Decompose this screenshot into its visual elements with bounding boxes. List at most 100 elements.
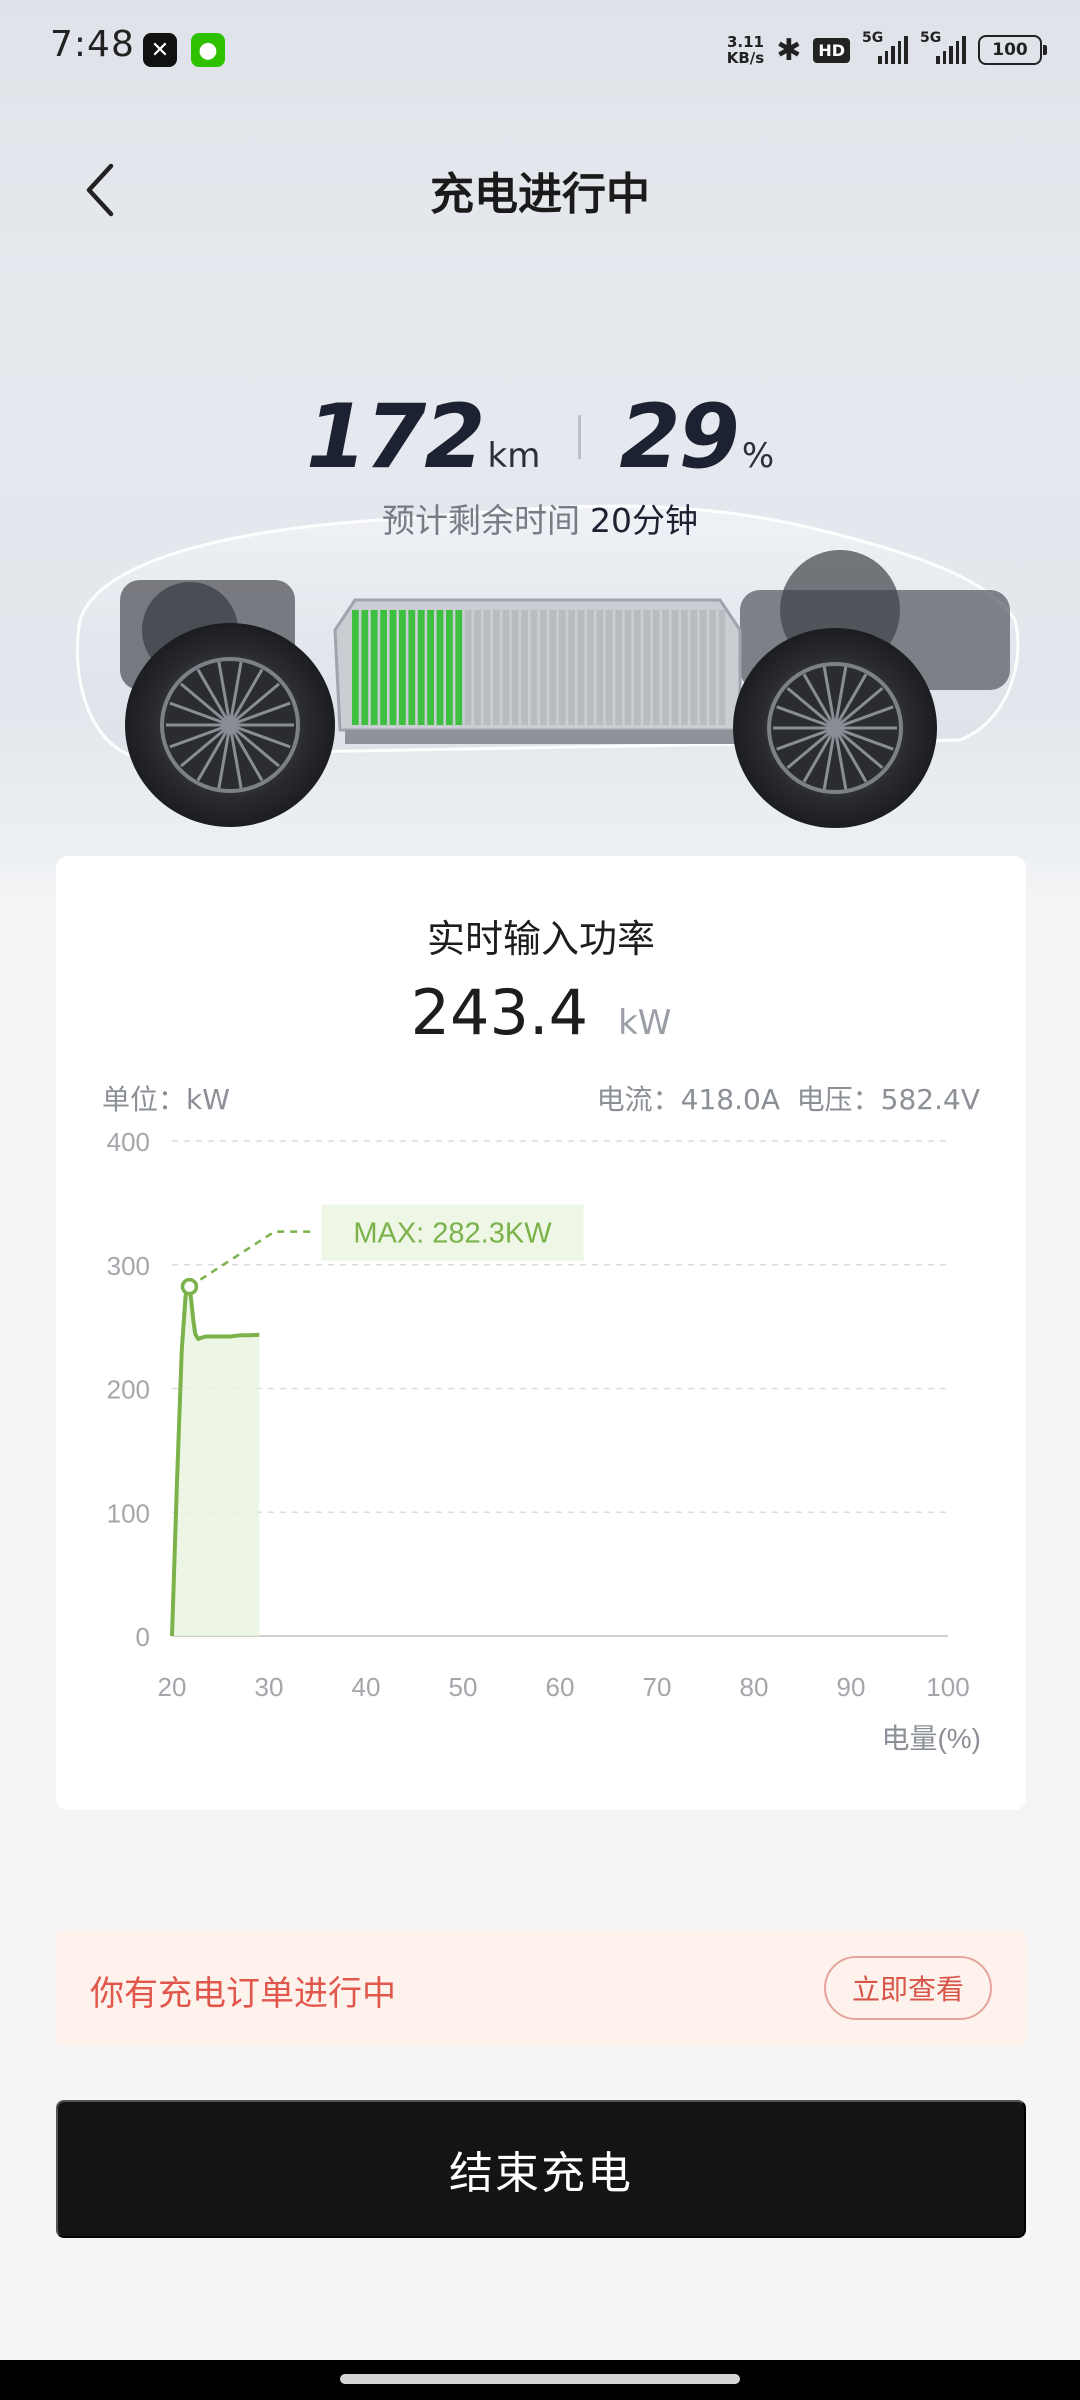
front-wheel — [125, 623, 335, 827]
x-tick-label: 20 — [158, 1672, 187, 1702]
battery-cell — [474, 610, 481, 725]
net-speed-unit: KB/s — [726, 49, 765, 67]
y-tick-label: 200 — [107, 1375, 150, 1405]
stats-divider — [578, 414, 582, 459]
battery-cell — [455, 610, 463, 725]
battery-cell — [380, 610, 387, 725]
x-tick-label: 90 — [837, 1672, 866, 1702]
battery-cell — [699, 610, 707, 725]
x-tick-label: 50 — [449, 1672, 478, 1702]
battery-cell — [577, 610, 585, 725]
signal-2-icon: 5G — [920, 30, 966, 64]
battery-cell — [493, 610, 500, 725]
soc-value: 29 — [619, 385, 739, 488]
battery-cell — [596, 610, 604, 725]
battery-cell — [540, 610, 547, 725]
status-bar: 7:48 ✕ ● 3.11 KB/s ✱ HD 5G 5G 100 — [0, 0, 1080, 96]
power-readout: 243.4 kW — [56, 976, 1026, 1049]
battery-cell — [511, 610, 519, 725]
battery-cell — [370, 610, 378, 725]
x-tick-label: 30 — [255, 1672, 284, 1702]
hd-badge: HD — [813, 37, 850, 63]
power-area — [172, 1286, 260, 1636]
bluetooth-icon: ✱ — [776, 32, 802, 68]
chart-unit-label: 单位：kW — [102, 1083, 230, 1116]
range-value: 172 — [305, 385, 486, 488]
battery-cell — [483, 610, 491, 725]
net-speed-value: 3.11 — [726, 33, 764, 51]
net-speed: 3.11 KB/s — [727, 34, 764, 66]
x-axis-label: 电量(%) — [881, 1723, 981, 1754]
eta-label: 预计剩余时间 — [382, 501, 580, 540]
battery-cell — [671, 610, 679, 725]
order-banner: 你有充电订单进行中 立即查看 — [56, 1930, 1026, 2046]
battery-pack — [333, 598, 742, 744]
battery-cell — [521, 610, 528, 725]
x-tick-label: 100 — [926, 1672, 969, 1702]
wechat-app-icon: ● — [191, 33, 225, 67]
battery-cell — [530, 610, 538, 725]
battery-cell — [718, 610, 726, 725]
battery-cell — [417, 610, 425, 725]
home-indicator[interactable] — [340, 2374, 740, 2384]
voltage-label: 电压：582.4V — [796, 1083, 980, 1116]
battery-icon: 100 — [978, 35, 1047, 65]
battery-cell — [690, 610, 698, 725]
battery-cell — [634, 610, 641, 725]
end-charging-button[interactable]: 结束充电 — [56, 2100, 1026, 2238]
battery-cell — [361, 610, 369, 725]
hero-stats: 172 km 29 % — [0, 385, 1080, 488]
battery-cell — [549, 610, 557, 725]
signal-1-label: 5G — [862, 30, 884, 46]
battery-cell — [389, 610, 397, 725]
view-order-button[interactable]: 立即查看 — [824, 1956, 992, 2020]
x-tick-label: 70 — [643, 1672, 672, 1702]
power-card: 实时输入功率 243.4 kW 单位：kW 电流：418.0A 电压：582.4V… — [56, 856, 1026, 1810]
battery-cell — [615, 610, 622, 725]
current-label: 电流：418.0A — [596, 1083, 780, 1116]
battery-cell — [502, 610, 510, 725]
x-tick-label: 40 — [352, 1672, 381, 1702]
max-label: MAX: 282.3KW — [321, 1204, 584, 1261]
battery-cell — [352, 610, 359, 725]
battery-cell — [587, 610, 594, 725]
battery-cell — [709, 610, 716, 725]
battery-cell — [568, 610, 575, 725]
charging-screen: 7:48 ✕ ● 3.11 KB/s ✱ HD 5G 5G 100 充电进行中 — [0, 0, 1080, 2400]
battery-cell — [558, 610, 566, 725]
range-unit: km — [487, 436, 541, 476]
max-point-marker — [180, 1277, 199, 1296]
battery-cell — [652, 610, 660, 725]
power-card-title: 实时输入功率 — [426, 917, 655, 961]
battery-cell — [643, 610, 651, 725]
battery-cell — [399, 610, 406, 725]
soc-unit: % — [741, 436, 775, 476]
order-banner-text: 你有充电订单进行中 — [90, 1974, 396, 2014]
battery-cell — [436, 610, 444, 725]
x-tick-label: 80 — [740, 1672, 769, 1702]
battery-cell — [681, 610, 688, 725]
eta-row: 预计剩余时间 20分钟 — [0, 494, 1080, 542]
status-time: 7:48 — [50, 24, 135, 65]
power-value: 243.4 — [410, 976, 589, 1049]
page-title: 充电进行中 — [430, 169, 650, 220]
y-tick-label: 400 — [107, 1127, 150, 1157]
system-nav-bar — [0, 2360, 1080, 2400]
x-app-icon: ✕ — [143, 33, 177, 67]
battery-cell — [624, 610, 632, 725]
y-tick-label: 0 — [136, 1622, 150, 1652]
signal-2-label: 5G — [920, 30, 942, 46]
battery-cell — [605, 610, 613, 725]
x-tick-label: 60 — [546, 1672, 575, 1702]
y-tick-label: 300 — [107, 1251, 150, 1281]
status-indicators: 3.11 KB/s ✱ HD 5G 5G 100 — [727, 28, 1047, 72]
battery-cell — [446, 610, 453, 725]
battery-cell — [662, 610, 669, 725]
battery-cell — [464, 610, 472, 725]
rear-wheel — [733, 628, 937, 828]
signal-1-icon: 5G — [862, 30, 908, 64]
power-chart: 400 300 200 100 0 20 30 40 50 60 70 80 90 100 MAX: 28… — [107, 1127, 981, 1754]
eta-value: 20分钟 — [590, 501, 698, 540]
max-label-text: MAX: 282.3KW — [353, 1218, 552, 1250]
y-tick-label: 100 — [107, 1498, 150, 1528]
